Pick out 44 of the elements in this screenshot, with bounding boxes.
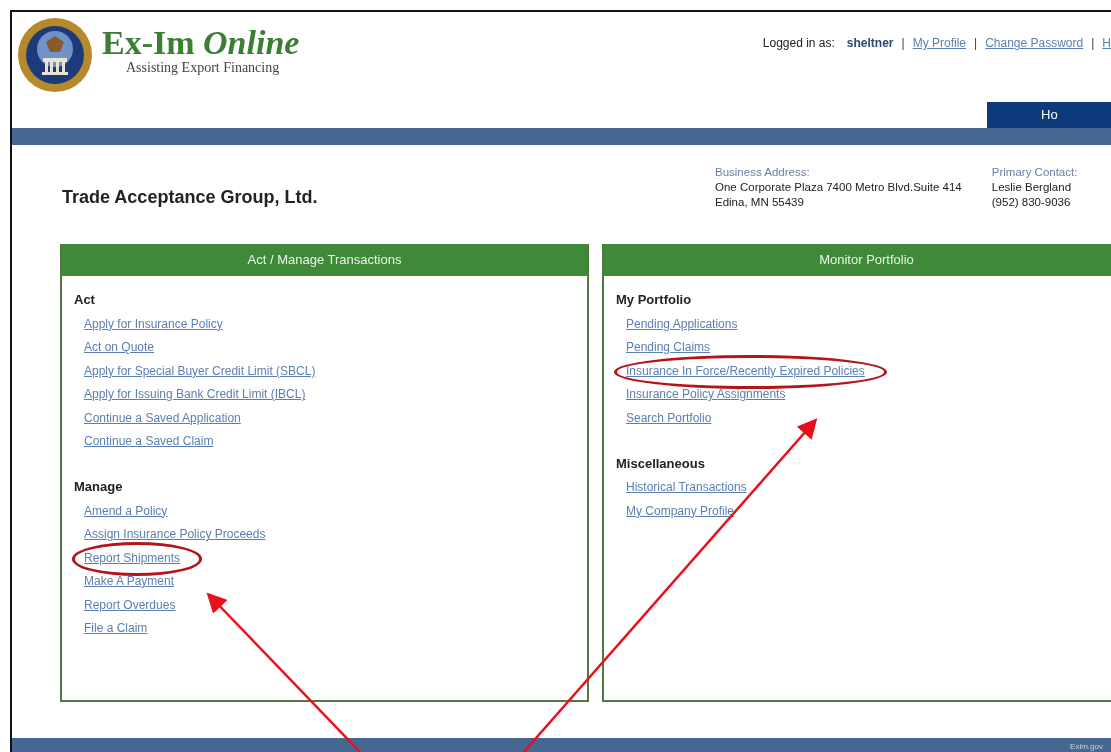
menu-link[interactable]: Search Portfolio (626, 410, 712, 425)
footer-text: Exim.gov (1070, 741, 1103, 751)
nav-tab[interactable]: Ho (987, 102, 1111, 128)
separator: | (901, 36, 905, 50)
menu-link[interactable]: Make A Payment (84, 574, 175, 589)
menu-link[interactable]: Historical Transactions (626, 480, 747, 495)
section-heading: My Portfolio (616, 292, 693, 307)
menu-link[interactable]: Insurance In Force/Recently Expired Policies (626, 363, 865, 378)
logged-in-label: Logged in as: (762, 36, 835, 50)
menu-link[interactable]: Pending Claims (626, 340, 711, 355)
menu-link[interactable]: Insurance Policy Assignments (626, 387, 786, 402)
contact-label: Primary Contact: (991, 165, 1078, 180)
separator: | (1091, 36, 1095, 50)
separator: | (974, 36, 978, 50)
header-link[interactable]: Change Password (985, 36, 1084, 50)
contact-line: (952) 830-9036 (991, 195, 1072, 210)
section-heading: Manage (74, 479, 124, 494)
panel-title: Act / Manage Transactions (62, 244, 587, 276)
company-name: Trade Acceptance Group, Ltd. (62, 187, 319, 208)
menu-link[interactable]: File a Claim (84, 621, 148, 636)
menu-link[interactable]: Apply for Issuing Bank Credit Limit (IBCL) (84, 387, 306, 402)
address-label: Business Address: (715, 165, 811, 180)
site-title: Ex-Im Online (102, 26, 300, 60)
menu-link[interactable]: Amend a Policy (84, 503, 168, 518)
address-line: Edina, MN 55439 (715, 195, 805, 210)
contact-line: Leslie Bergland (991, 180, 1073, 195)
menu-link[interactable]: Apply for Insurance Policy (84, 316, 223, 331)
menu-link[interactable]: My Company Profile (626, 503, 735, 518)
menu-link[interactable]: Report Overdues (84, 597, 176, 612)
menu-link[interactable]: Continue a Saved Claim (84, 434, 214, 449)
menu-link[interactable]: Apply for Special Buyer Credit Limit (SBCL) (84, 363, 316, 378)
section-heading: Miscellaneous (616, 455, 706, 471)
section-heading: Act (74, 292, 96, 307)
panel-title: Monitor Portfolio (604, 244, 1111, 276)
menu-link[interactable]: Assign Insurance Policy Proceeds (84, 527, 266, 542)
address-line: One Corporate Plaza 7400 Metro Blvd.Suite 414 (715, 180, 962, 195)
menu-link[interactable]: Report Shipments (84, 550, 181, 565)
menu-link[interactable]: Act on Quote (84, 340, 155, 355)
header-link[interactable]: H (1102, 36, 1111, 50)
menu-link[interactable]: Pending Applications (626, 316, 738, 331)
header-link[interactable]: My Profile (912, 36, 966, 50)
site-tagline: Assisting Export Financing (126, 60, 281, 76)
menu-link[interactable]: Continue a Saved Application (84, 410, 241, 425)
username: sheltner (846, 36, 894, 50)
